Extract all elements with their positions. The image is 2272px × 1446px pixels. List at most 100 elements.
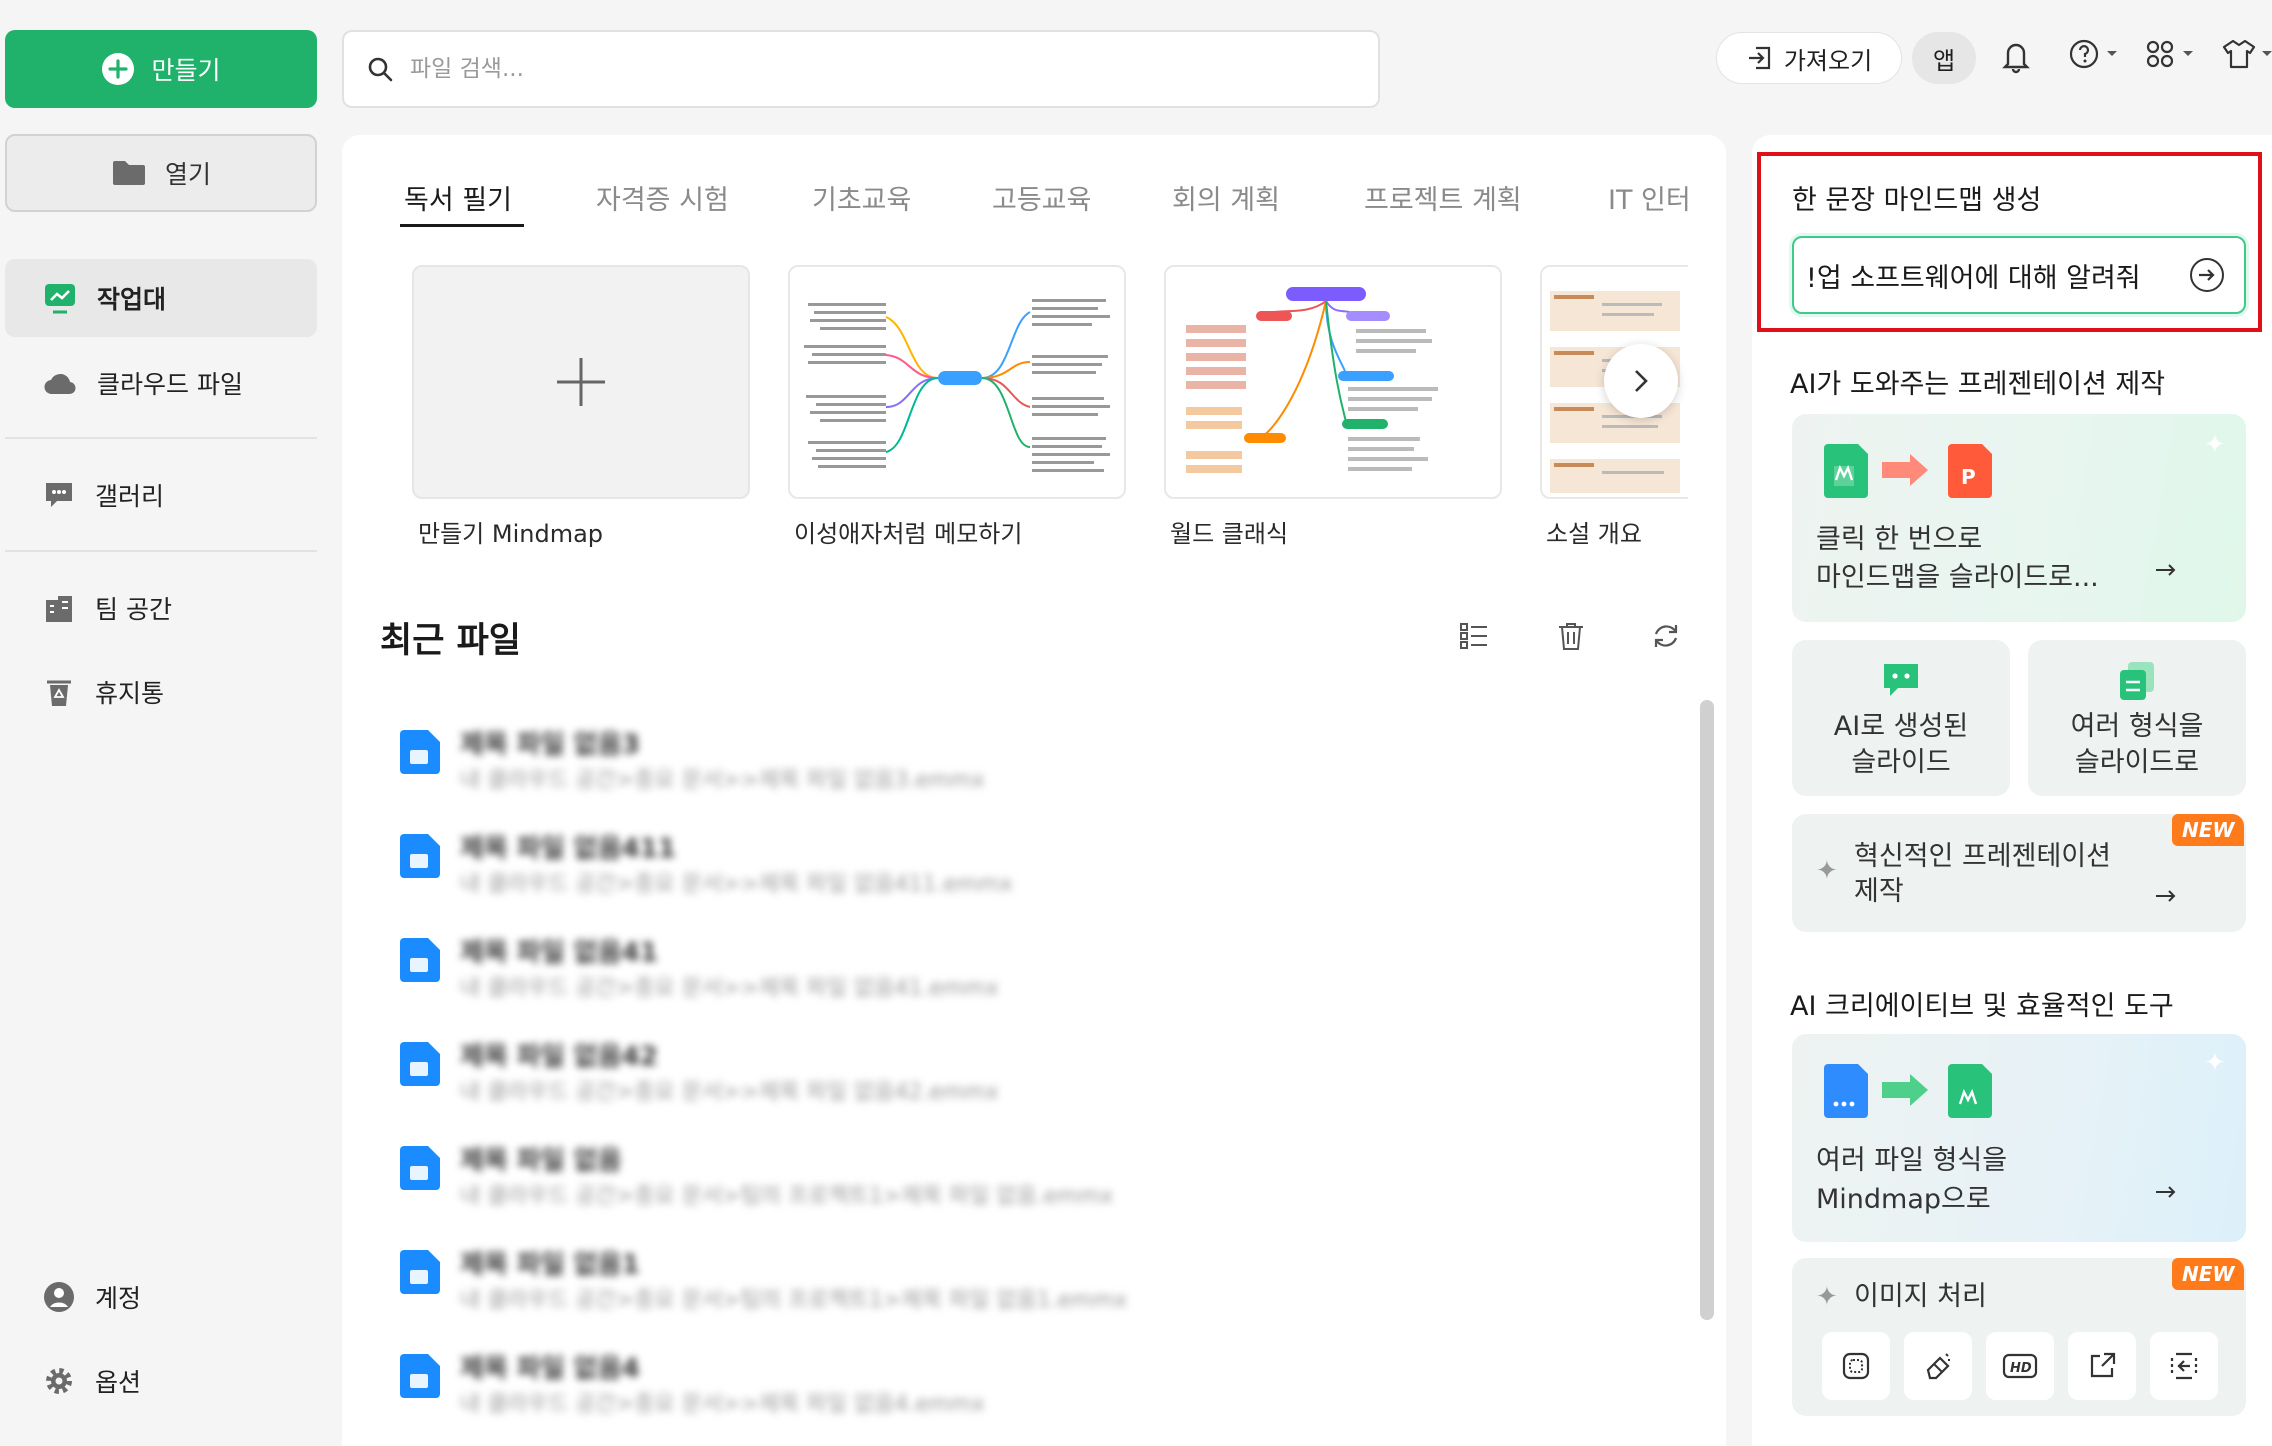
open-label: 열기: [164, 160, 211, 189]
workbench-icon: [45, 284, 75, 314]
scrollbar-thumb[interactable]: [1700, 700, 1714, 1320]
sidebar-item-gallery[interactable]: 갤러리: [5, 456, 317, 534]
template-card-label: 만들기 Mindmap: [418, 520, 604, 548]
file-path: 내 클라우드 공간>중요 문서>>제목 파일 없음41.emmx: [460, 976, 999, 1001]
carousel-next-button[interactable]: [1604, 344, 1678, 418]
list-view-icon[interactable]: [1458, 620, 1490, 652]
sparkle-icon: ✦: [1816, 856, 1838, 886]
app-button[interactable]: 앱: [1912, 32, 1976, 84]
recent-file-row[interactable]: 제목 파일 없음1 내 클라우드 공간>중요 문서>팀의 프로젝트1>제목 파일 …: [398, 1238, 1298, 1342]
tab-certificate-exam[interactable]: 자격증 시험: [596, 178, 729, 217]
recent-file-row[interactable]: 제목 파일 없음 내 클라우드 공간>중요 문서>팀의 프로젝트1>제목 파일 없…: [398, 1134, 1298, 1238]
arrow-right-icon: [2154, 562, 2178, 578]
sidebar-item-cloud-files[interactable]: 클라우드 파일: [5, 344, 317, 422]
sparkle-icon: ✦: [2204, 430, 2226, 460]
file-name: 제목 파일 없음3: [460, 730, 640, 760]
chevron-down-icon: [2183, 51, 2193, 56]
innovative-line1: 혁신적인 프레젠테이션: [1854, 841, 2111, 872]
bell-icon[interactable]: [2000, 38, 2032, 74]
tab-basic-education[interactable]: 기초교육: [812, 178, 911, 217]
tab-reading-notes[interactable]: 독서 필기: [404, 178, 512, 217]
sidebar-item-account[interactable]: 계정: [5, 1258, 317, 1336]
sidebar-item-team-space[interactable]: 팀 공간: [5, 569, 317, 647]
help-menu[interactable]: [2068, 38, 2118, 70]
file-name: 제목 파일 없음: [460, 1146, 622, 1176]
cutout-icon[interactable]: [1822, 1332, 1890, 1400]
tab-it-clipped[interactable]: IT 인터: [1608, 178, 1688, 217]
gallery-chat-icon: [46, 483, 72, 507]
chevron-down-icon[interactable]: [2262, 50, 2272, 58]
mindmap-to-slides-line1: 클릭 한 번으로: [1816, 524, 1983, 555]
template-card-label: 이성애자처럼 메모하기: [794, 520, 1023, 548]
files-to-mindmap-line2: Mindmap으로: [1816, 1184, 1991, 1215]
file-path: 내 클라우드 공간>중요 문서>팀의 프로젝트1>제목 파일 없음1.emmx: [460, 1288, 1128, 1313]
formats-to-slides-line1: 여러 형식을: [2070, 711, 2204, 742]
tab-underline: [400, 224, 524, 227]
plus-circle-icon: [102, 53, 135, 85]
file-name: 제목 파일 없음42: [460, 1042, 658, 1072]
file-name: 제목 파일 없음41: [460, 938, 658, 968]
tab-higher-education[interactable]: 고등교육: [992, 178, 1091, 217]
recent-file-row[interactable]: 제목 파일 없음411 내 클라우드 공간>중요 문서>>제목 파일 없음411.…: [398, 822, 1298, 926]
ai-slides-line2: 슬라이드: [1851, 747, 1951, 778]
file-name: 제목 파일 없음411: [460, 834, 676, 864]
open-button[interactable]: 열기: [5, 134, 317, 212]
one-sentence-mindmap-title: 한 문장 마인드맵 생성: [1792, 185, 2042, 216]
sidebar-item-label: 옵션: [95, 1368, 142, 1397]
trash-icon[interactable]: [1555, 620, 1587, 652]
sparkle-icon: ✦: [1816, 1282, 1838, 1312]
sidebar-item-label: 클라우드 파일: [97, 370, 243, 399]
chevron-right-icon: [1635, 370, 1648, 392]
sidebar-divider: [5, 550, 317, 552]
create-button[interactable]: 만들기: [5, 30, 317, 108]
recent-file-row[interactable]: 제목 파일 없음4 내 클라우드 공간>중요 문서>>제목 파일 없음4.emmx: [398, 1342, 1298, 1446]
search-input[interactable]: [410, 56, 1310, 82]
sidebar-item-workbench[interactable]: 작업대: [5, 259, 317, 337]
ai-chat-icon: [1880, 660, 1922, 700]
refresh-icon[interactable]: [1650, 620, 1682, 652]
trash-icon: [47, 680, 71, 706]
mindmap-to-slides-illustration: P: [1820, 440, 2000, 502]
ai-slides-line1: AI로 생성된: [1833, 711, 1969, 742]
app-label: 앱: [1932, 46, 1956, 75]
expand-image-icon[interactable]: [2068, 1332, 2136, 1400]
template-card-create[interactable]: [412, 265, 750, 499]
recent-file-row[interactable]: 제목 파일 없음41 내 클라우드 공간>중요 문서>>제목 파일 없음41.em…: [398, 926, 1298, 1030]
sidebar-item-label: 팀 공간: [95, 595, 172, 624]
files-to-mindmap-illustration: [1820, 1060, 2000, 1122]
plus-icon: [557, 358, 605, 406]
file-icon: [398, 1144, 442, 1192]
compress-image-icon[interactable]: [2150, 1332, 2218, 1400]
hd-icon[interactable]: HD: [1986, 1332, 2054, 1400]
recent-file-row[interactable]: 제목 파일 없음42 내 클라우드 공간>중요 문서>>제목 파일 없음42.em…: [398, 1030, 1298, 1134]
svg-text:P: P: [1961, 465, 1976, 489]
mindmap-to-slides-line2: 마인드맵을 슬라이드로...: [1816, 562, 2099, 593]
sidebar-item-label: 작업대: [97, 285, 167, 314]
folder-icon: [112, 161, 145, 185]
file-path: 내 클라우드 공간>중요 문서>>제목 파일 없음3.emmx: [460, 768, 985, 793]
sidebar-item-options[interactable]: 옵션: [5, 1342, 317, 1420]
apps-menu[interactable]: [2144, 38, 2194, 70]
eraser-icon[interactable]: [1904, 1332, 1972, 1400]
file-icon: [398, 832, 442, 880]
submit-arrow-icon[interactable]: [2190, 258, 2224, 292]
template-card-label: 월드 클래식: [1170, 520, 1289, 548]
template-card-memo[interactable]: [788, 265, 1126, 499]
file-icon: [398, 1248, 442, 1296]
file-path: 내 클라우드 공간>중요 문서>>제목 파일 없음411.emmx: [460, 872, 1013, 897]
file-icon: [398, 728, 442, 776]
file-icon: [398, 1352, 442, 1400]
recent-file-row[interactable]: 제목 파일 없음3 내 클라우드 공간>중요 문서>>제목 파일 없음3.emmx: [398, 718, 1298, 822]
import-button[interactable]: 가져오기: [1716, 32, 1902, 84]
tab-project-plan[interactable]: 프로젝트 계획: [1364, 178, 1522, 217]
file-name: 제목 파일 없음1: [460, 1250, 640, 1280]
formats-icon: [2116, 660, 2158, 702]
tab-meeting-plan[interactable]: 회의 계획: [1172, 178, 1280, 217]
new-badge: NEW: [2172, 814, 2245, 846]
sidebar-item-trash[interactable]: 휴지통: [5, 653, 317, 731]
shirt-icon[interactable]: [2222, 38, 2256, 70]
search-bar[interactable]: [342, 30, 1380, 108]
ai-prompt-text: !업 소프트웨어에 대해 알려줘: [1806, 263, 2141, 294]
tab-it: IT 인터: [1608, 185, 1688, 216]
template-card-world-classics[interactable]: [1164, 265, 1502, 499]
